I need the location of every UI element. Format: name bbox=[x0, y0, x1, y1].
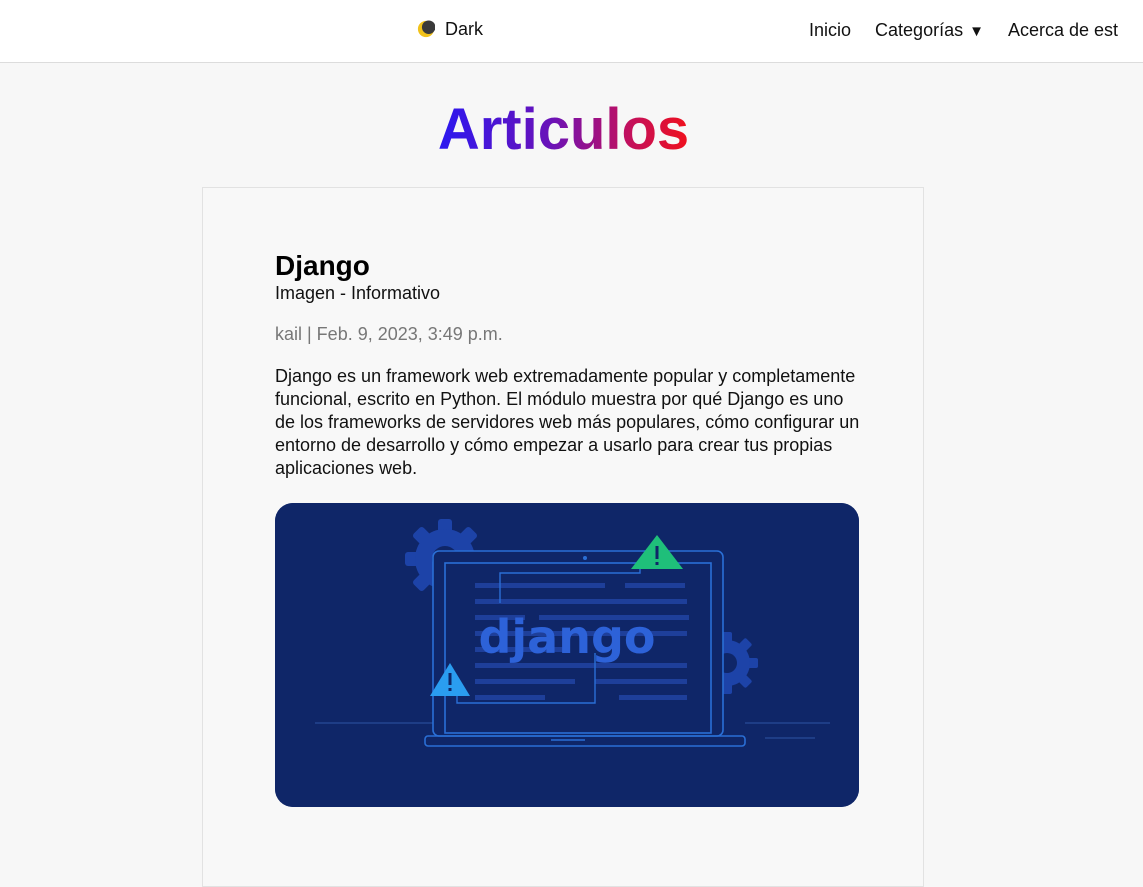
nav-link-inicio[interactable]: Inicio bbox=[809, 20, 851, 41]
article-body: Django es un framework web extremadament… bbox=[275, 366, 860, 478]
article-category: Imagen - Informativo bbox=[275, 283, 441, 303]
chevron-down-icon: ▼ bbox=[969, 22, 984, 40]
nav-link-categorias-label: Categorías bbox=[875, 19, 964, 40]
django-illustration: django bbox=[275, 503, 859, 807]
article-title[interactable]: Django bbox=[275, 248, 370, 284]
page-title-text: Articulos bbox=[437, 97, 690, 162]
page-title: Articulos bbox=[0, 92, 1127, 168]
moon-icon bbox=[417, 20, 435, 38]
article-image[interactable]: django bbox=[275, 503, 859, 807]
nav-link-acerca[interactable]: Acerca de est bbox=[1008, 20, 1118, 41]
theme-toggle-label: Dark bbox=[445, 18, 484, 39]
theme-toggle-button[interactable]: Dark bbox=[417, 16, 483, 42]
nav-links: Inicio Categorías ▼ Acerca de est bbox=[809, 16, 1142, 44]
article-card: Django Imagen - Informativo kail | Feb. … bbox=[202, 187, 924, 887]
nav-link-categorias[interactable]: Categorías ▼ bbox=[875, 20, 984, 41]
django-logo-text: django bbox=[478, 610, 655, 664]
article-meta: kail | Feb. 9, 2023, 3:49 p.m. bbox=[275, 324, 503, 344]
navbar: Dark Inicio Categorías ▼ Acerca de est bbox=[0, 0, 1143, 63]
